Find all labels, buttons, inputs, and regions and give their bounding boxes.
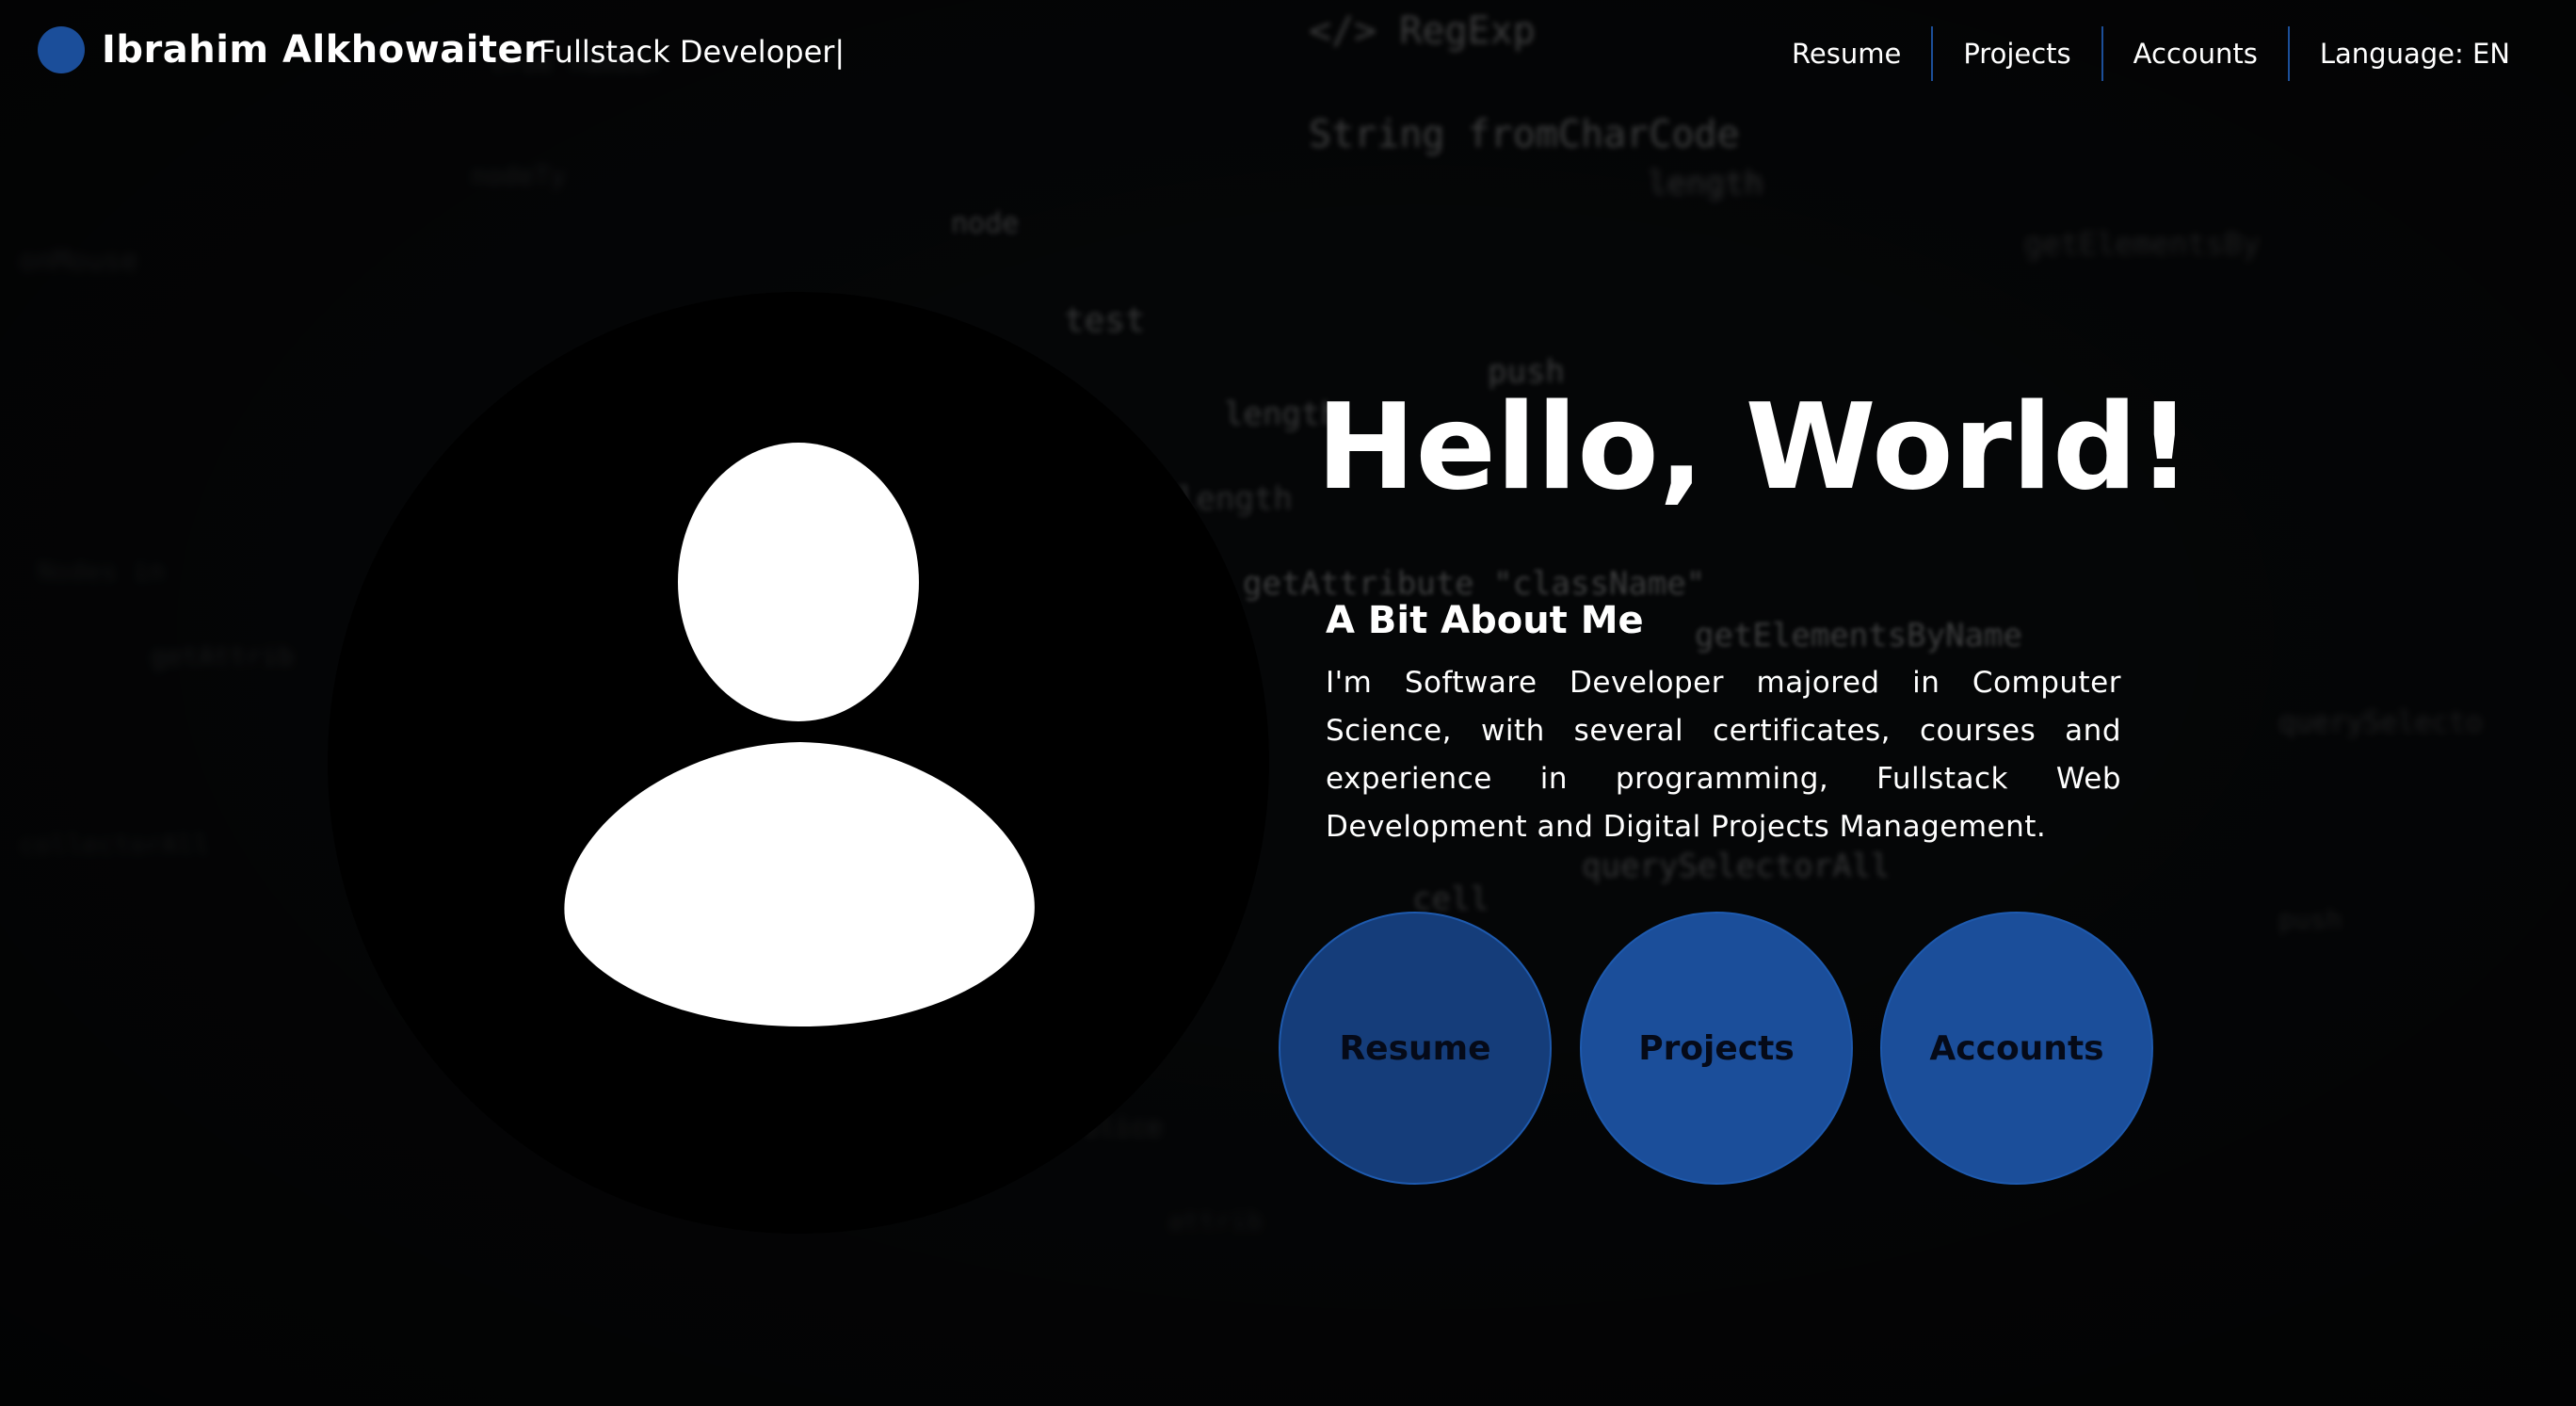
language-selector[interactable]: Language: EN [2287, 26, 2576, 81]
brand-name[interactable]: Ibrahim Alkhowaiter [102, 28, 542, 72]
resume-button[interactable]: Resume [1279, 912, 1552, 1185]
about-text: I'm Software Developer majored in Comput… [1326, 666, 2121, 844]
about-title: A Bit About Me [1326, 599, 1644, 642]
main-nav: Resume Projects Accounts Language: EN [1762, 26, 2576, 81]
nav-accounts-link[interactable]: Accounts [2101, 26, 2288, 81]
hero-title: Hello, World! [1316, 378, 2192, 516]
logo-dot-icon[interactable] [38, 26, 85, 73]
projects-button[interactable]: Projects [1580, 912, 1853, 1185]
site-header: Ibrahim Alkhowaiter Fullstack Developer|… [0, 0, 2576, 109]
brand-role: Fullstack Developer| [539, 34, 845, 70]
nav-resume-link[interactable]: Resume [1762, 26, 1931, 81]
nav-projects-link[interactable]: Projects [1931, 26, 2101, 81]
accounts-button[interactable]: Accounts [1880, 912, 2153, 1185]
user-silhouette-icon [564, 443, 1035, 1026]
